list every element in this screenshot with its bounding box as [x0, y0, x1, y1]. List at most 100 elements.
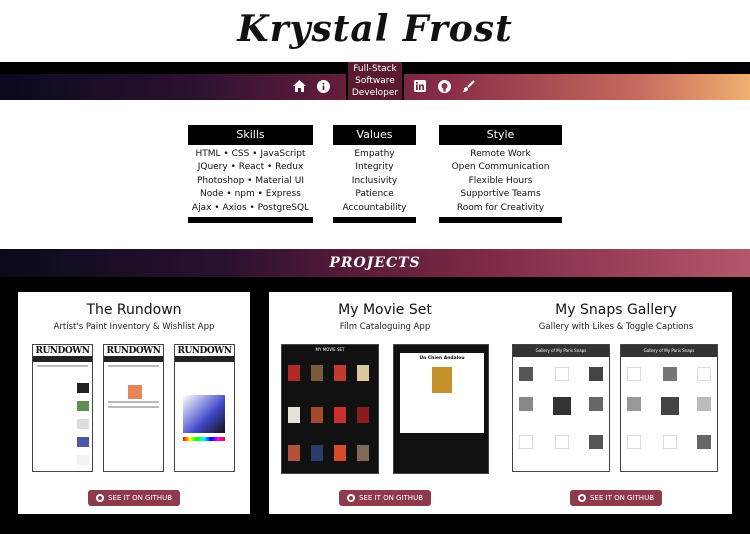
project-card-movie-set: My Movie Set Film Cataloguing App MY MOV…	[269, 292, 501, 514]
page: Krystal Frost Full-Stack Software Develo…	[0, 0, 750, 534]
value-item: Inclusivity	[351, 175, 398, 186]
movie-poster	[334, 407, 346, 423]
movie-poster	[432, 367, 452, 393]
project-name: My Snaps Gallery	[555, 302, 677, 318]
color-swatch	[77, 455, 89, 465]
rundown-screenshot-2: RUNDOWN	[103, 344, 164, 472]
gallery-screenshot-1: Gallery of My Paris Snaps	[512, 344, 610, 472]
gallery-photo	[627, 367, 641, 381]
skill-item: Photoshop • Material UI	[197, 175, 304, 186]
rundown-screenshot-3: RUNDOWN	[174, 344, 235, 472]
text-line	[108, 406, 159, 408]
project-subtitle: Artist's Paint Inventory & Wishlist App	[53, 322, 215, 332]
style-item: Remote Work	[470, 149, 531, 159]
value-item: Empathy	[354, 149, 395, 159]
value-item: Accountability	[342, 202, 407, 213]
project-name: My Movie Set	[338, 302, 432, 318]
rundown-logo: RUNDOWN	[106, 346, 161, 356]
style-item: Room for Creativity	[456, 202, 545, 213]
projects-heading: PROJECTS	[329, 255, 421, 271]
github-icon	[95, 494, 104, 502]
gallery-photo	[519, 397, 533, 411]
home-icon[interactable]	[291, 78, 307, 94]
github-icon[interactable]	[436, 78, 452, 94]
gallery-photo	[553, 397, 571, 415]
nav-right-icons	[412, 78, 476, 94]
movie-poster	[357, 445, 369, 461]
value-item: Patience	[355, 189, 394, 200]
skill-item: Ajax • Axios • PostgreSQL	[191, 202, 310, 213]
style-list: Remote Work Open Communication Flexible …	[439, 145, 562, 215]
movie-poster	[311, 407, 323, 423]
skills-heading: Skills	[188, 125, 313, 145]
values-footer-bar	[333, 217, 416, 224]
github-button-label: SEE IT ON GITHUB	[589, 494, 655, 502]
navbar: Full-Stack Software Developer	[0, 62, 750, 100]
style-item: Supportive Teams	[460, 189, 541, 200]
rundown-logo: RUNDOWN	[177, 346, 232, 356]
movie-poster	[334, 445, 346, 461]
movie-screenshot-1: MY MOVIE SET	[281, 344, 379, 474]
project-card-snaps-gallery: My Snaps Gallery Gallery with Likes & To…	[500, 292, 732, 514]
movie-poster	[311, 365, 323, 381]
project-subtitle: Film Cataloguing App	[339, 322, 431, 332]
color-swatch	[77, 401, 89, 411]
github-icon	[577, 494, 586, 502]
text-line	[37, 365, 88, 367]
site-title: Krystal Frost	[237, 8, 513, 50]
color-swatch	[77, 437, 89, 447]
rundown-logo: RUNDOWN	[35, 346, 90, 356]
gallery-photo	[519, 367, 533, 381]
github-button[interactable]: SEE IT ON GITHUB	[569, 490, 663, 506]
gallery-photo	[627, 397, 641, 411]
style-item: Flexible Hours	[468, 175, 533, 186]
role-line-1: Full-Stack	[353, 64, 397, 74]
movie-poster	[311, 445, 323, 461]
paintbrush-icon[interactable]	[460, 78, 476, 94]
app-nav-bar	[33, 356, 92, 362]
nav-left-icons	[291, 78, 331, 94]
value-item: Integrity	[355, 162, 394, 173]
role-line-2: Software	[355, 76, 395, 86]
gallery-photo	[663, 435, 677, 449]
movie-detail-title: Un Chien Andalou	[419, 356, 465, 361]
project-card-rundown: The Rundown Artist's Paint Inventory & W…	[18, 292, 250, 514]
gallery-photo	[661, 397, 679, 415]
gallery-photo	[555, 435, 569, 449]
style-footer-bar	[439, 217, 562, 224]
movie-app-header: MY MOVIE SET	[315, 347, 345, 352]
skill-item: HTML • CSS • JavaScript	[195, 149, 306, 159]
gallery-header: Gallery of My Paris Snaps	[513, 345, 609, 357]
info-icon[interactable]	[315, 78, 331, 94]
color-swatch	[128, 385, 142, 399]
project-name: The Rundown	[86, 302, 182, 318]
gallery-photo	[697, 435, 711, 449]
github-button-label: SEE IT ON GITHUB	[107, 494, 173, 502]
values-heading: Values	[333, 125, 416, 145]
skills-column: Skills HTML • CSS • JavaScript JQuery • …	[188, 125, 313, 224]
movie-poster	[334, 365, 346, 381]
text-line	[108, 401, 159, 403]
gallery-photo	[627, 435, 641, 449]
color-picker	[183, 395, 225, 433]
github-button[interactable]: SEE IT ON GITHUB	[338, 490, 432, 506]
gallery-photo	[589, 397, 603, 411]
skills-list: HTML • CSS • JavaScript JQuery • React •…	[188, 145, 313, 215]
skills-footer-bar	[188, 217, 313, 224]
gallery-photo	[663, 367, 677, 381]
role-title: Full-Stack Software Developer	[346, 62, 404, 100]
text-line	[108, 365, 159, 367]
gallery-photo	[589, 367, 603, 381]
gallery-screenshot-2: Gallery of My Paris Snaps	[620, 344, 718, 472]
movie-screenshot-2: Un Chien Andalou	[393, 344, 489, 474]
gallery-photo	[519, 435, 533, 449]
movie-poster	[357, 407, 369, 423]
gallery-photo	[697, 397, 711, 411]
gallery-photo	[555, 367, 569, 381]
linkedin-icon[interactable]	[412, 78, 428, 94]
skill-item: JQuery • React • Redux	[197, 162, 304, 173]
github-icon	[346, 494, 355, 502]
hue-slider	[183, 437, 225, 441]
github-button[interactable]: SEE IT ON GITHUB	[87, 490, 181, 506]
movie-poster	[288, 407, 300, 423]
